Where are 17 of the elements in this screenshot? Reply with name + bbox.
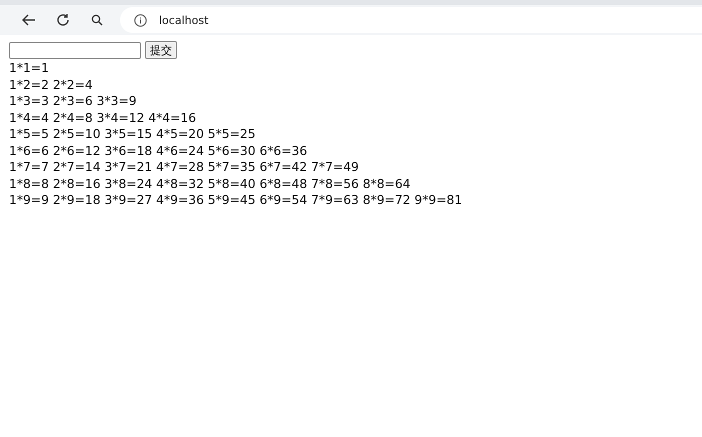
address-bar[interactable]: localhost: [120, 7, 702, 33]
reload-icon: [56, 13, 70, 27]
table-line: 1*4=4 2*4=8 3*4=12 4*4=16: [9, 110, 198, 126]
table-line: 1*3=3 2*3=6 3*3=9: [9, 93, 138, 110]
back-arrow-icon: [22, 14, 36, 26]
table-line: 1*9=9 2*9=18 3*9=27 4*9=36 5*9=45 6*9=54 7*9=63 8*9=72 9*9=81: [9, 192, 464, 208]
text-input-field[interactable]: [9, 42, 141, 58]
table-line: 1*2=2 2*2=4: [9, 76, 94, 93]
submit-button[interactable]: 提交: [145, 41, 177, 59]
table-line: 1*6=6 2*6=12 3*6=18 4*6=24 5*6=30 6*6=36: [9, 142, 308, 159]
table-line: 1*1=1: [9, 60, 50, 76]
table-line: 1*5=5 2*5=10 3*5=15 4*5=20 5*5=25: [9, 126, 257, 142]
table-line: 1*7=7 2*7=14 3*7=21 4*7=28 5*7=35 6*7=42 7*7=49: [9, 159, 360, 176]
table-line: 1*8=8 2*8=16 3*8=24 4*8=32 5*8=40 6*8=48 7*8=56 8*8=64: [9, 176, 412, 192]
search-icon: [91, 14, 103, 26]
url-text: localhost: [159, 14, 208, 26]
info-icon: [134, 14, 147, 26]
